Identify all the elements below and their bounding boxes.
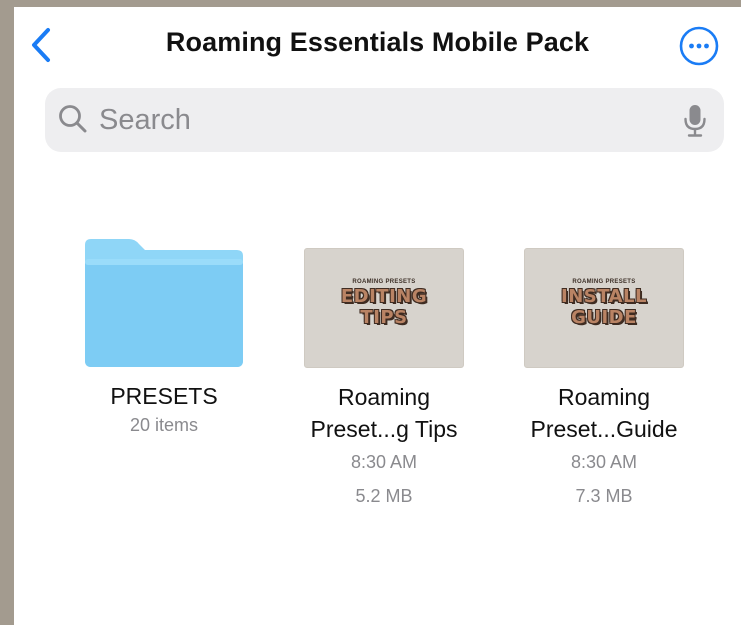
file-time: 8:30 AM: [350, 452, 418, 472]
folder-icon: [85, 239, 243, 367]
thumbnail-caption: ROAMING PRESETS: [352, 279, 416, 285]
chevron-left-icon: [32, 28, 50, 62]
thumbnail-title-line1: INSTALL: [561, 286, 647, 307]
search-icon: [59, 105, 87, 133]
file-editing-tips[interactable]: ROAMING PRESETS EDITING TIPS Roaming Pre…: [284, 237, 484, 513]
file-name-line2: Preset...g Tips: [310, 416, 458, 442]
ellipsis-circle-icon: [679, 26, 719, 66]
file-name-line1: Roaming: [337, 384, 431, 410]
file-size: 7.3 MB: [575, 486, 633, 506]
file-install-guide[interactable]: ROAMING PRESETS INSTALL GUIDE Roaming Pr…: [504, 237, 704, 513]
page-title: Roaming Essentials Mobile Pack: [165, 27, 590, 57]
search-input[interactable]: [99, 88, 659, 152]
folder-name: PRESETS: [110, 383, 218, 409]
file-time: 8:30 AM: [570, 452, 638, 472]
folder-item-count: 20 items: [129, 415, 199, 435]
file-thumbnail: ROAMING PRESETS EDITING TIPS: [304, 248, 464, 368]
file-size: 5.2 MB: [355, 486, 413, 506]
file-name-line1: Roaming: [557, 384, 651, 410]
file-thumbnail: ROAMING PRESETS INSTALL GUIDE: [524, 248, 684, 368]
folder-presets[interactable]: PRESETS 20 items: [64, 237, 264, 438]
search-bar[interactable]: [45, 88, 724, 152]
thumbnail-title-line2: GUIDE: [571, 307, 637, 328]
file-name-line2: Preset...Guide: [530, 416, 678, 442]
files-screen: Roaming Essentials Mobile Pack Search PR…: [14, 7, 741, 625]
back-button[interactable]: [28, 25, 56, 65]
thumbnail-caption: ROAMING PRESETS: [572, 279, 636, 285]
thumbnail-title-line1: EDITING: [340, 286, 428, 307]
microphone-icon[interactable]: [683, 104, 707, 138]
thumbnail-title-line2: TIPS: [360, 307, 408, 328]
more-options-button[interactable]: [678, 25, 720, 67]
